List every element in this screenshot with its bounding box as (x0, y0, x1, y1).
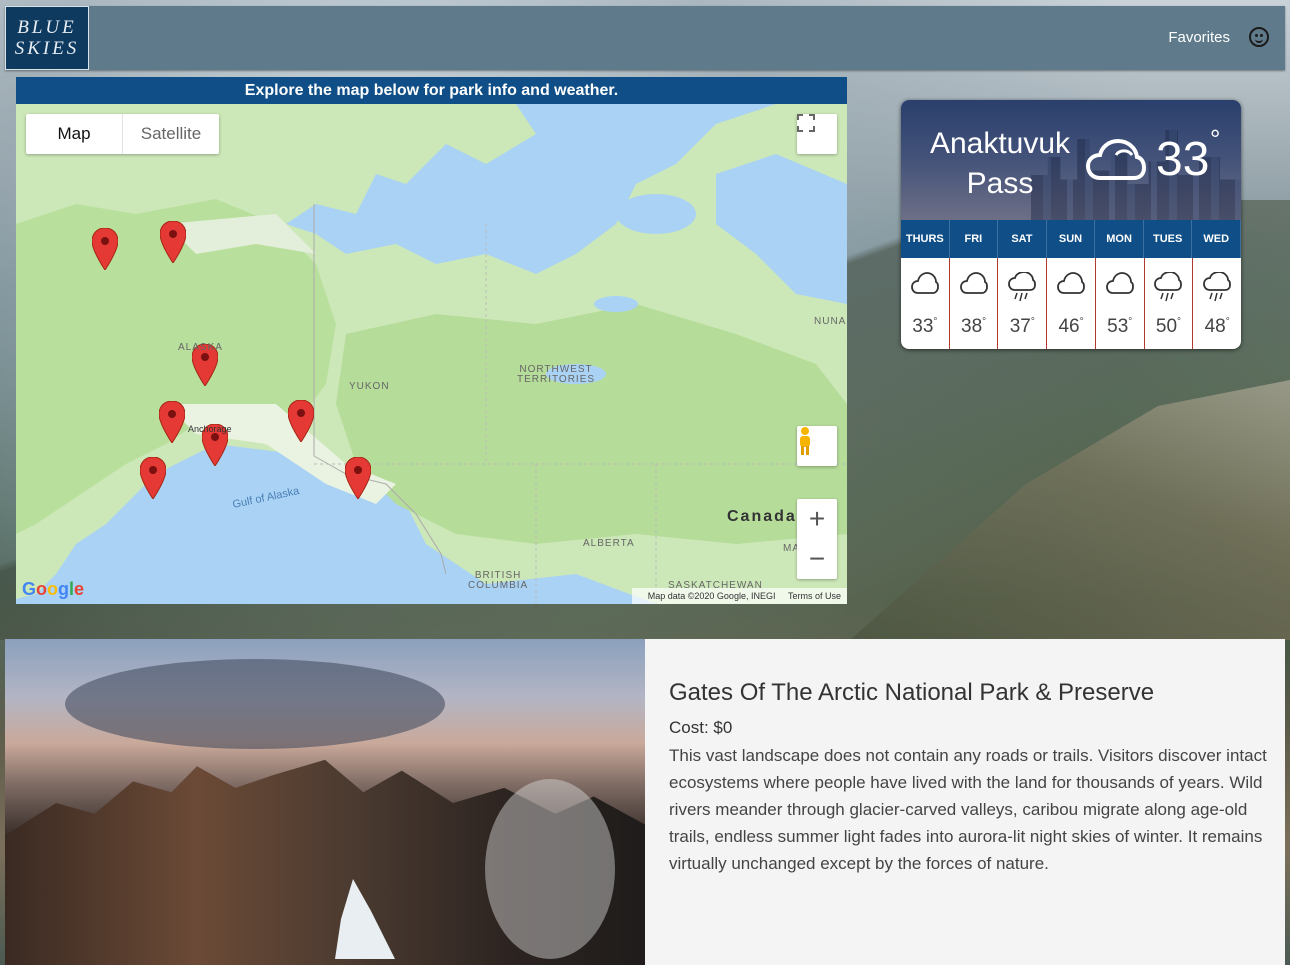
map-attribution: Map data ©2020 Google, INEGI Terms of Us… (631, 588, 847, 604)
forecast-degree: ° (1177, 316, 1182, 328)
rain-icon (1203, 272, 1232, 302)
map-label-yukon: YUKON (349, 381, 390, 392)
cloud-icon (1057, 272, 1085, 294)
forecast-temp: 33° (901, 316, 949, 338)
park-marker[interactable] (160, 221, 186, 263)
map-label-nunavut: NUNA (814, 316, 847, 327)
forecast-cell: 48° (1193, 258, 1241, 349)
city-name-line2: Pass (966, 167, 1034, 200)
city-name: Anaktuvuk Pass (915, 124, 1085, 204)
forecast-cell: 53° (1096, 258, 1145, 349)
park-marker[interactable] (92, 228, 118, 270)
forecast-degree: ° (982, 316, 987, 328)
forecast-temp-value: 50 (1155, 316, 1178, 337)
forecast-day: THURS (901, 220, 950, 258)
map-label-canada: Canada (727, 508, 797, 525)
fullscreen-button[interactable] (797, 114, 837, 154)
cloud-icon (959, 272, 988, 294)
city-name-line1: Anaktuvuk (929, 127, 1071, 160)
map-label-bc: BRITISH COLUMBIA (468, 571, 528, 591)
park-photo (5, 639, 645, 965)
forecast-cell: 33° (901, 258, 950, 349)
forecast-degree: ° (1225, 316, 1230, 328)
park-info-panel: Gates Of The Arctic National Park & Pres… (645, 639, 1285, 965)
map-label-alaska: ALASKA (178, 342, 223, 353)
zoom-out-button[interactable]: − (797, 539, 837, 579)
forecast-row: 33° 38° 37° 46° 53° 50° 48° (901, 258, 1241, 349)
cloud-icon (1086, 138, 1146, 180)
degree-symbol: ° (1210, 124, 1221, 154)
terms-of-use-link[interactable]: Terms of Use (788, 591, 841, 601)
forecast-temp: 48° (1193, 316, 1241, 338)
forecast-degree: ° (933, 316, 938, 328)
weather-header: Anaktuvuk Pass 33 ° (901, 100, 1241, 220)
street-view-pegman[interactable] (797, 426, 837, 466)
park-cost: Cost: $0 (669, 718, 733, 737)
forecast-day: TUES (1144, 220, 1193, 258)
forecast-temp-value: 46 (1058, 316, 1080, 337)
google-map[interactable]: YUKON NORTHWEST TERRITORIES ALASKA Ancho… (16, 104, 847, 604)
park-marker[interactable] (345, 457, 371, 499)
map-type-map-button[interactable]: Map (26, 114, 123, 154)
rain-icon (1008, 272, 1037, 302)
map-banner: Explore the map below for park info and … (16, 77, 847, 104)
cloud-icon (910, 272, 939, 294)
forecast-temp: 50° (1145, 316, 1193, 338)
map-type-satellite-button[interactable]: Satellite (123, 114, 219, 154)
forecast-temp-value: 33 (912, 316, 934, 337)
park-name: Gates Of The Arctic National Park & Pres… (669, 679, 1155, 706)
logo-line-2: SKIES (14, 38, 80, 59)
forecast-temp-value: 37 (1009, 316, 1031, 337)
cloud-icon (1105, 272, 1134, 294)
forecast-cell: 38° (950, 258, 999, 349)
forecast-temp-value: 38 (961, 316, 983, 337)
park-marker[interactable] (159, 401, 185, 443)
map-label-anchorage: Anchorage (188, 424, 232, 434)
photo-cloud (65, 659, 445, 749)
forecast-temp: 53° (1096, 316, 1144, 338)
map-label-northwest-line2: TERRITORIES (517, 374, 596, 385)
favorites-link[interactable]: Favorites (1168, 29, 1230, 46)
zoom-control: + − (797, 499, 837, 579)
current-temperature: 33 (1156, 133, 1210, 186)
forecast-day: SAT (998, 220, 1047, 258)
park-marker[interactable] (288, 400, 314, 442)
forecast-degree: ° (1128, 316, 1133, 328)
park-description: This vast landscape does not contain any… (669, 746, 1267, 873)
fullscreen-icon (797, 114, 815, 132)
forecast-temp-value: 48 (1204, 316, 1226, 337)
park-marker[interactable] (140, 457, 166, 499)
forecast-day: SUN (1047, 220, 1096, 258)
forecast-temp-value: 53 (1107, 316, 1129, 337)
smiley-icon[interactable] (1249, 27, 1269, 47)
top-navbar: BLUE SKIES Favorites (5, 6, 1285, 70)
map-land-svg (16, 104, 847, 604)
forecast-temp: 37° (998, 316, 1046, 338)
forecast-cell: 46° (1047, 258, 1096, 349)
rain-icon (1154, 272, 1183, 302)
zoom-in-button[interactable]: + (797, 499, 837, 539)
weather-card: Anaktuvuk Pass 33 ° THURS FRI SAT SUN MO… (901, 100, 1241, 349)
map-data-text: Map data ©2020 Google, INEGI (647, 591, 776, 601)
forecast-cell: 50° (1145, 258, 1194, 349)
forecast-degree: ° (1030, 316, 1035, 328)
forecast-day: FRI (950, 220, 999, 258)
google-logo[interactable]: Google (22, 579, 84, 600)
blue-skies-logo[interactable]: BLUE SKIES (5, 6, 89, 70)
forecast-temp: 46° (1047, 316, 1095, 338)
forecast-day: WED (1192, 220, 1241, 258)
map-label-northwest: NORTHWEST TERRITORIES (517, 365, 595, 385)
map-label-alberta: ALBERTA (583, 538, 635, 549)
pegman-icon (800, 427, 810, 455)
forecast-days-row: THURS FRI SAT SUN MON TUES WED (901, 220, 1241, 258)
map-label-bc-line2: COLUMBIA (468, 580, 529, 591)
photo-mist (485, 779, 615, 959)
logo-line-1: BLUE (17, 17, 77, 38)
forecast-degree: ° (1079, 316, 1084, 328)
forecast-temp: 38° (950, 316, 998, 338)
forecast-cell: 37° (998, 258, 1048, 349)
map-type-control: Map Satellite (26, 114, 219, 154)
forecast-day: MON (1095, 220, 1144, 258)
